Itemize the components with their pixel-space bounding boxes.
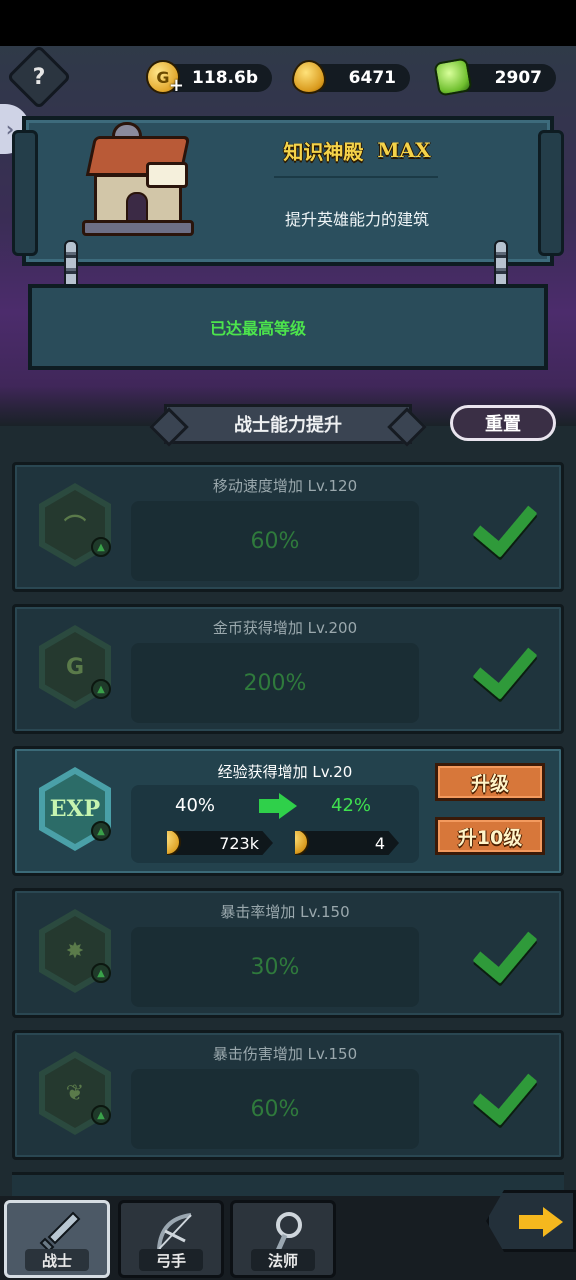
upgrade-row-crit-damage: ❦ ▲ 暴击伤害增加 Lv.150 60% [12,1030,564,1160]
tab-label: 法师 [251,1249,315,1271]
reset-button[interactable]: 重置 [450,405,556,441]
upgrade-title: 金币获得增加 Lv.200 [212,619,358,637]
upgrade-value: 60% [131,1069,419,1149]
arrow-right-icon [519,1207,565,1237]
tab-label: 弓手 [139,1249,203,1271]
tab-label: 战士 [25,1249,89,1271]
upgrade-arrow-icon: ▲ [91,821,111,841]
cost-gold: G 723k [167,831,273,855]
gold-drop-icon [292,60,326,94]
arrow-right-icon [259,793,297,819]
resource-drop-value: 6471 [348,68,396,88]
upgrade-title: 移动速度增加 Lv.120 [212,477,358,495]
upgrade-preview: 40% 42% G 723k 4 [131,787,419,865]
status-bar [0,0,576,46]
building-status: 已达最高等级 [209,319,306,338]
check-icon [461,639,533,699]
upgrade-row-crit-rate: ✸ ▲ 暴击率增加 Lv.150 30% [12,888,564,1018]
help-icon: ? [32,64,46,90]
check-icon [461,1065,533,1125]
max-badge: MAX [377,138,431,162]
gold-coin-plus-icon[interactable]: G + [146,60,184,96]
section-title: 战士能力提升 [164,404,412,444]
building-icon [76,122,200,244]
next-value: 42% [331,795,372,816]
check-icon [461,497,533,557]
resource-drop: 6471 [292,60,410,94]
upgrade-button[interactable]: 升级 [435,763,545,801]
upgrade-arrow-icon: ▲ [91,963,111,983]
resource-gold-value: 118.6b [192,68,258,88]
upgrade-arrow-icon: ▲ [91,537,111,557]
green-gem-icon [433,57,473,97]
cost-drop-value: 4 [374,833,385,853]
check-icon [461,923,533,983]
resource-gold: G + 118.6b [146,60,272,96]
upgrade-row-move-speed: ⌒ ▲ 移动速度增加 Lv.120 60% [12,462,564,592]
resource-gem-value: 2907 [494,68,542,88]
building-description: 提升英雄能力的建筑 [284,210,429,229]
building-name: 知识神殿 [283,139,364,164]
upgrade-arrow-icon: ▲ [91,1105,111,1125]
tab-warrior[interactable]: 战士 [4,1200,110,1278]
cost-gold-value: 723k [219,833,259,853]
title-divider [274,168,438,178]
upgrade-title: 暴击率增加 Lv.150 [220,903,350,921]
tab-mage[interactable]: 法师 [230,1200,336,1278]
upgrade-title: 暴击伤害增加 Lv.150 [212,1045,358,1063]
building-title: 知识神殿 MAX [262,134,452,166]
upgrade-value: 60% [131,501,419,581]
upgrade-value: 200% [131,643,419,723]
upgrade-row-gold-gain: G ▲ 金币获得增加 Lv.200 200% [12,604,564,734]
next-page-button[interactable] [486,1190,576,1252]
tab-archer[interactable]: 弓手 [118,1200,224,1278]
gold-coin-icon: G [167,831,181,855]
upgrade-value: 30% [131,927,419,1007]
cost-drop: 4 [295,831,399,855]
upgrade-title: 经验获得增加 Lv.20 [217,763,353,781]
upgrade-arrow-icon: ▲ [91,679,111,699]
building-status-panel: 已达最高等级 [28,284,548,370]
upgrade-row-exp-gain: EXP ▲ 经验获得增加 Lv.20 40% 42% G 723k 4 升级 升… [12,746,564,876]
current-value: 40% [175,795,216,816]
resource-gem: 2907 [433,57,556,97]
gold-drop-icon [295,831,309,855]
upgrade-10-button[interactable]: 升10级 [435,817,545,855]
